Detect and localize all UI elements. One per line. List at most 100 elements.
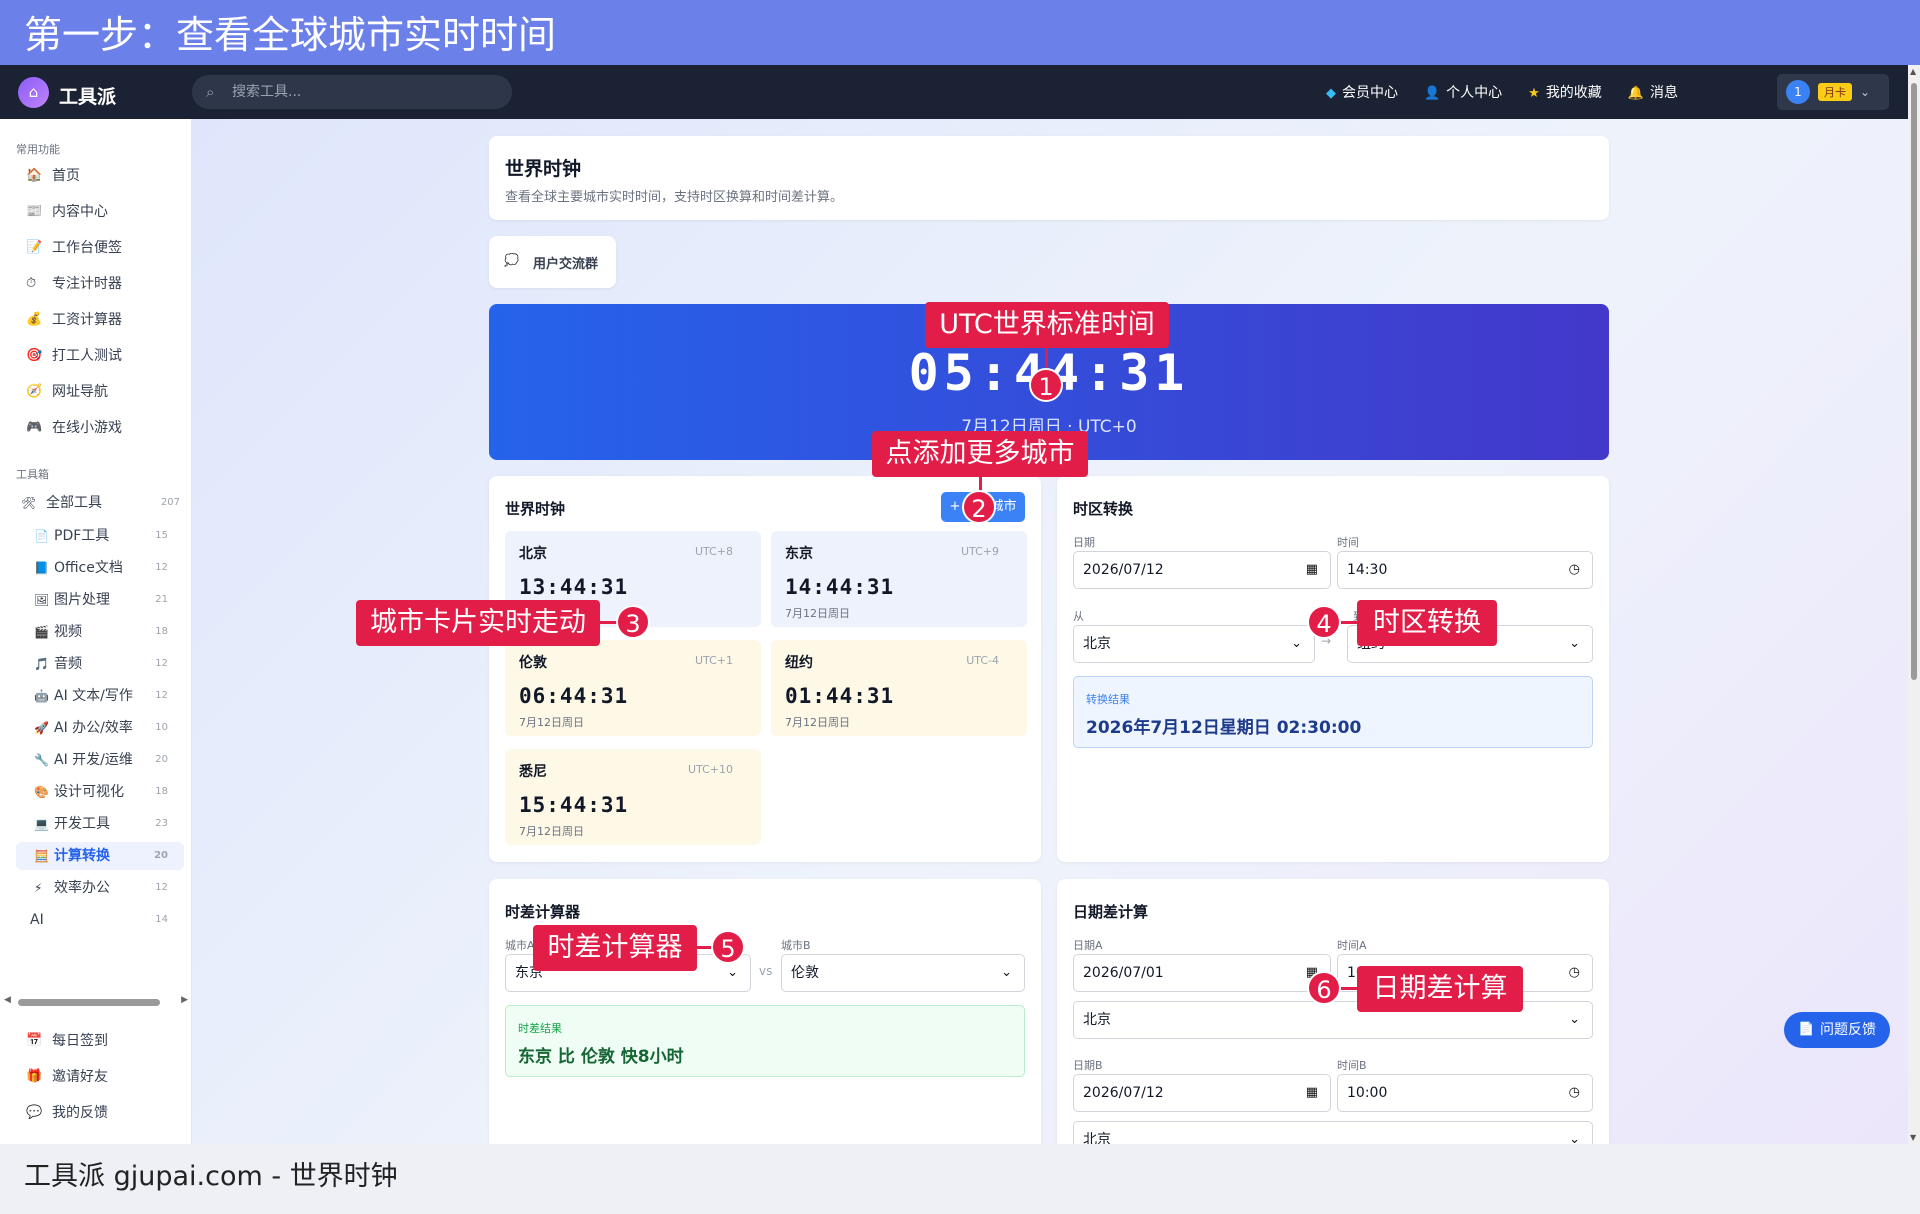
gamepad-icon: 🎮	[26, 420, 43, 435]
newspaper-icon: 📰	[26, 204, 43, 219]
vs-label: vs	[759, 964, 773, 978]
money-bag-icon: 💰	[26, 312, 43, 327]
clock-icon[interactable]: ◷	[1569, 1075, 1580, 1111]
time-b-input[interactable]: 10:00 ◷	[1337, 1074, 1593, 1112]
scroll-left-icon[interactable]: ◀	[4, 995, 11, 1005]
sidebar-item-games[interactable]: 🎮 在线小游戏	[16, 413, 184, 443]
sidebar-item-ai-office[interactable]: 🚀 AI 办公/效率 10	[16, 714, 184, 742]
laptop-icon: 💻	[34, 817, 49, 831]
world-clock-card: 世界时钟 北京 UTC+8 13:44:31 7月12日周日 东京 UTC+9 …	[489, 476, 1041, 862]
nav-vip[interactable]: ◆ 会员中心	[1326, 82, 1398, 102]
sidebar-item-salary[interactable]: 💰 工资计算器	[16, 305, 184, 335]
sidebar-item-home[interactable]: 🏠 首页	[16, 161, 184, 191]
sidebar-item-ai-writing[interactable]: 🤖 AI 文本/写作 12	[16, 682, 184, 710]
sidebar-item-audio[interactable]: 🎵 音频 12	[16, 650, 184, 678]
tutorial-banner: 第一步：查看全球城市实时时间	[0, 0, 1920, 65]
clock-icon[interactable]: ◷	[1569, 552, 1580, 588]
sidebar-item-focus-timer[interactable]: ⏱ 专注计时器	[16, 269, 184, 299]
city-card-tokyo[interactable]: 东京 UTC+9 14:44:31 7月12日周日	[771, 531, 1027, 627]
diff-result-label: 时差结果	[518, 1022, 562, 1035]
time-a-label: 时间A	[1337, 939, 1367, 952]
city-timezone: UTC-4	[966, 654, 999, 667]
clock-icon[interactable]: ◷	[1569, 955, 1580, 991]
convert-date-input[interactable]: 2026/07/12 ▦	[1073, 551, 1331, 589]
sidebar-item-worker-test[interactable]: 🎯 打工人测试	[16, 341, 184, 371]
nav-vip-label: 会员中心	[1341, 85, 1398, 101]
city-timezone: UTC+8	[694, 545, 733, 558]
sidebar-item-pdf[interactable]: 📄 PDF工具 15	[16, 522, 184, 550]
sidebar-item-devtools[interactable]: 💻 开发工具 23	[16, 810, 184, 838]
time-b-label: 时间B	[1337, 1059, 1367, 1072]
scrollbar-thumb[interactable]	[1911, 83, 1917, 680]
sidebar-item-checkin[interactable]: 📅 每日签到	[16, 1026, 184, 1056]
chevron-down-icon: ⌄	[1291, 636, 1302, 651]
nav-favorites[interactable]: ★ 我的收藏	[1528, 82, 1602, 102]
chevron-down-icon: ⌄	[1001, 965, 1012, 980]
sidebar-item-label: 内容中心	[52, 204, 108, 220]
picture-icon: 🖼	[34, 593, 50, 607]
sidebar-item-design[interactable]: 🎨 设计可视化 18	[16, 778, 184, 806]
sidebar-item-count: 12	[155, 882, 168, 893]
sidebar-item-all-tools[interactable]: 🛠 全部工具 207	[16, 489, 184, 517]
feedback-button[interactable]: 📄 问题反馈	[1784, 1012, 1890, 1048]
city-card-newyork[interactable]: 纽约 UTC-4 01:44:31 7月12日周日	[771, 640, 1027, 736]
calendar-icon[interactable]: ▦	[1306, 552, 1318, 588]
calendar-icon[interactable]: ▦	[1306, 1075, 1318, 1111]
logo-icon[interactable]: ⌂	[18, 77, 49, 108]
nav-profile[interactable]: 👤 个人中心	[1424, 82, 1502, 102]
city-card-london[interactable]: 伦敦 UTC+1 06:44:31 7月12日周日	[505, 640, 761, 736]
sidebar-item-image[interactable]: 🖼 图片处理 21	[16, 586, 184, 614]
sidebar-item-label: AI 开发/运维	[54, 752, 133, 768]
city-card-sydney[interactable]: 悉尼 UTC+10 15:44:31 7月12日周日	[505, 749, 761, 845]
sidebar-item-count: 18	[155, 786, 168, 797]
world-clock-title: 世界时钟	[505, 500, 566, 518]
convert-result-value: 2026年7月12日星期日 02:30:00	[1086, 718, 1362, 738]
sidebar-item-office[interactable]: 📘 Office文档 12	[16, 554, 184, 582]
calendar-icon: 📅	[26, 1033, 43, 1048]
scroll-up-icon[interactable]: ▲	[1910, 67, 1916, 76]
sidebar-horizontal-scrollbar[interactable]: ◀ ▶	[4, 995, 188, 1009]
timezone-convert-title: 时区转换	[1073, 500, 1134, 518]
sidebar-item-content[interactable]: 📰 内容中心	[16, 197, 184, 227]
sidebar-item-notes[interactable]: 📝 工作台便签	[16, 233, 184, 263]
sidebar-item-feedback[interactable]: 💬 我的反馈	[16, 1098, 184, 1128]
scroll-right-icon[interactable]: ▶	[181, 995, 188, 1005]
sidebar-item-nav[interactable]: 🧭 网址导航	[16, 377, 184, 407]
from-city-value: 北京	[1083, 636, 1111, 652]
sidebar-item-label: 开发工具	[54, 816, 110, 832]
brand-name[interactable]: 工具派	[59, 82, 116, 109]
user-group-button[interactable]: 💭 用户交流群	[489, 236, 616, 288]
time-label: 时间	[1337, 536, 1359, 549]
date-a-input[interactable]: 2026/07/01 ▦	[1073, 954, 1331, 992]
nav-messages[interactable]: 🔔 消息	[1628, 82, 1678, 102]
nav-profile-label: 个人中心	[1446, 85, 1503, 101]
city-b-date-select[interactable]: 北京 ⌄	[1073, 1121, 1593, 1144]
sidebar-item-video[interactable]: 🎬 视频 18	[16, 618, 184, 646]
speech-bubble-icon: 💬	[26, 1105, 43, 1120]
city-b-select[interactable]: 伦敦 ⌄	[781, 954, 1025, 992]
sidebar-item-efficiency[interactable]: ⚡ 效率办公 12	[16, 874, 184, 902]
membership-badge: 月卡	[1818, 83, 1852, 101]
scroll-down-icon[interactable]: ▼	[1910, 1133, 1916, 1142]
page-header-card: 世界时钟 查看全球主要城市实时时间，支持时区换算和时间差计算。	[489, 136, 1609, 220]
date-b-input[interactable]: 2026/07/12 ▦	[1073, 1074, 1331, 1112]
sidebar-item-ai[interactable]: AI 14	[16, 906, 184, 934]
date-b-label: 日期B	[1073, 1059, 1103, 1072]
user-menu[interactable]: 1 月卡 ⌄	[1777, 74, 1889, 110]
sidebar-item-label: 每日签到	[52, 1033, 108, 1049]
scrollbar-thumb[interactable]	[18, 999, 160, 1006]
convert-time-input[interactable]: 14:30 ◷	[1337, 551, 1593, 589]
from-city-select[interactable]: 北京 ⌄	[1073, 625, 1315, 663]
sidebar-item-invite[interactable]: 🎁 邀请好友	[16, 1062, 184, 1092]
search-input[interactable]: ⌕ 搜索工具...	[192, 75, 512, 109]
lightning-icon: ⚡	[34, 881, 43, 895]
nav-favorites-label: 我的收藏	[1545, 85, 1602, 101]
page-vertical-scrollbar[interactable]: ▲ ▼	[1908, 65, 1920, 1144]
convert-date-value: 2026/07/12	[1083, 562, 1164, 578]
chevron-down-icon: ⌄	[1569, 1132, 1580, 1144]
annotation-4-label: 时区转换	[1357, 600, 1497, 646]
chat-bubble-icon: 💭	[504, 253, 519, 267]
sidebar-item-label: 打工人测试	[52, 348, 122, 364]
sidebar-item-ai-dev[interactable]: 🔧 AI 开发/运维 20	[16, 746, 184, 774]
sidebar-item-calc[interactable]: 🧮 计算转换 20	[16, 842, 184, 870]
